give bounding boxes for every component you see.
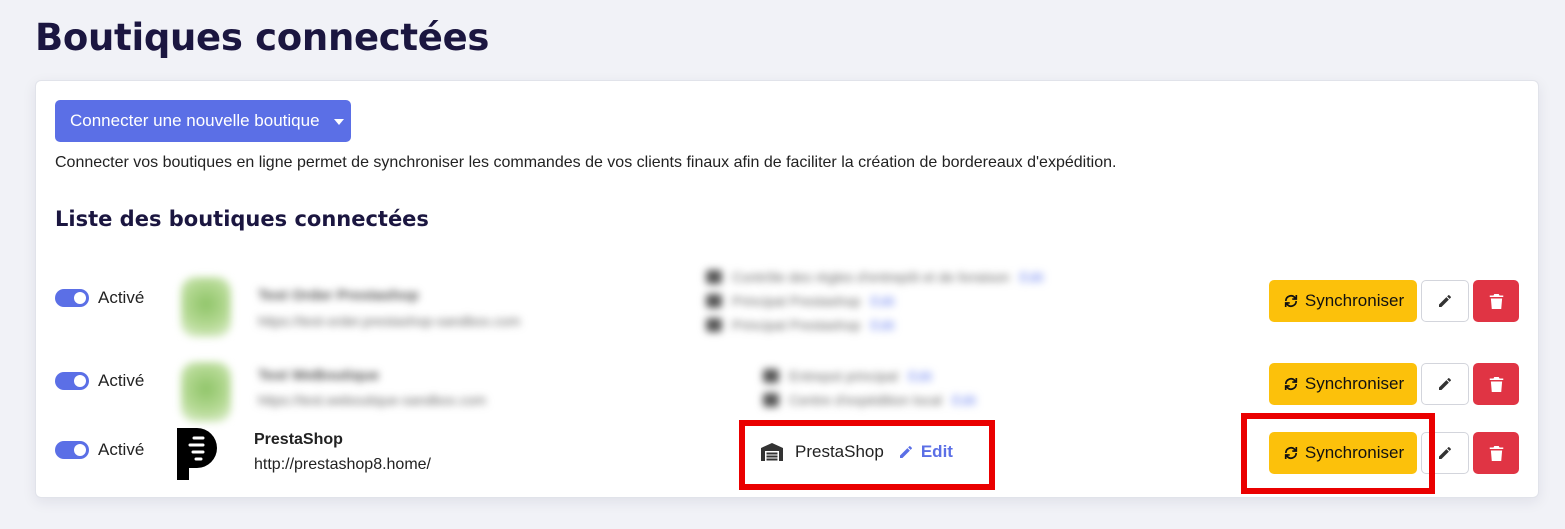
pencil-icon bbox=[1439, 447, 1451, 459]
shop-url: http://prestashop8.home/ bbox=[254, 456, 431, 473]
shop-name: Test Order Prestashop bbox=[258, 287, 419, 304]
warehouse-line: Entrepot principal Edit bbox=[763, 364, 976, 388]
warehouse-line: Centre d'expédition local Edit bbox=[763, 388, 976, 412]
shop-url: https://test-order.prestashop-sandbox.co… bbox=[258, 313, 521, 329]
shop-warehouses: Entrepot principal Edit Centre d'expéditi… bbox=[763, 364, 976, 412]
shop-row: Activé Test WeBoutique https://test.webo… bbox=[36, 360, 1538, 422]
active-toggle-group[interactable]: Activé bbox=[55, 288, 144, 308]
sync-icon bbox=[1284, 294, 1298, 308]
intro-text: Connecter vos boutiques en ligne permet … bbox=[55, 154, 1117, 171]
warehouse-line: Principal Prestashop Edit bbox=[706, 313, 1044, 337]
active-toggle[interactable] bbox=[55, 441, 89, 459]
shop-name: Test WeBoutique bbox=[258, 367, 380, 384]
warehouse-icon bbox=[706, 318, 722, 332]
sync-button[interactable]: Synchroniser bbox=[1269, 363, 1417, 405]
highlight-box-sync bbox=[1241, 413, 1435, 494]
pencil-icon bbox=[1439, 378, 1451, 390]
delete-shop-button[interactable] bbox=[1473, 363, 1519, 405]
shop-url: https://test.weboutique-sandbox.com bbox=[258, 392, 487, 408]
section-title: Liste des boutiques connectées bbox=[55, 207, 429, 231]
shop-warehouses: Contrôle des règles d'entrepôt et de liv… bbox=[706, 265, 1044, 337]
shop-logo bbox=[181, 277, 231, 337]
sync-icon bbox=[1284, 377, 1298, 391]
shop-logo bbox=[181, 362, 231, 422]
connect-shop-dropdown-button[interactable]: Connecter une nouvelle boutique bbox=[55, 100, 351, 142]
sync-button[interactable]: Synchroniser bbox=[1269, 280, 1417, 322]
warehouse-line: Contrôle des règles d'entrepôt et de liv… bbox=[706, 265, 1044, 289]
edit-shop-button[interactable] bbox=[1421, 280, 1469, 322]
edit-shop-button[interactable] bbox=[1421, 363, 1469, 405]
prestashop-logo bbox=[177, 428, 217, 480]
sync-label: Synchroniser bbox=[1304, 291, 1405, 310]
delete-shop-button[interactable] bbox=[1473, 280, 1519, 322]
shop-name: PrestaShop bbox=[254, 431, 343, 448]
toggle-label: Activé bbox=[98, 440, 145, 459]
warehouse-icon bbox=[763, 369, 779, 383]
warehouse-icon bbox=[763, 393, 779, 407]
toggle-label: Activé bbox=[98, 288, 145, 307]
active-toggle[interactable] bbox=[55, 372, 89, 390]
highlight-box-platform bbox=[739, 420, 995, 490]
chevron-down-icon bbox=[333, 119, 344, 125]
toggle-label: Activé bbox=[98, 371, 145, 390]
active-toggle-group[interactable]: Activé bbox=[55, 440, 144, 460]
active-toggle-group[interactable]: Activé bbox=[55, 371, 144, 391]
shop-row: Activé Test Order Prestashop https://tes… bbox=[36, 269, 1538, 337]
warehouse-icon bbox=[706, 270, 722, 284]
trash-icon bbox=[1489, 445, 1503, 461]
trash-icon bbox=[1489, 293, 1503, 309]
sync-label: Synchroniser bbox=[1304, 374, 1405, 393]
pencil-icon bbox=[1439, 295, 1451, 307]
connect-shop-label: Connecter une nouvelle boutique bbox=[70, 111, 320, 130]
warehouse-line: Principal Prestashop Edit bbox=[706, 289, 1044, 313]
page-title: Boutiques connectées bbox=[35, 16, 490, 59]
delete-shop-button[interactable] bbox=[1473, 432, 1519, 474]
trash-icon bbox=[1489, 376, 1503, 392]
warehouse-icon bbox=[706, 294, 722, 308]
active-toggle[interactable] bbox=[55, 289, 89, 307]
